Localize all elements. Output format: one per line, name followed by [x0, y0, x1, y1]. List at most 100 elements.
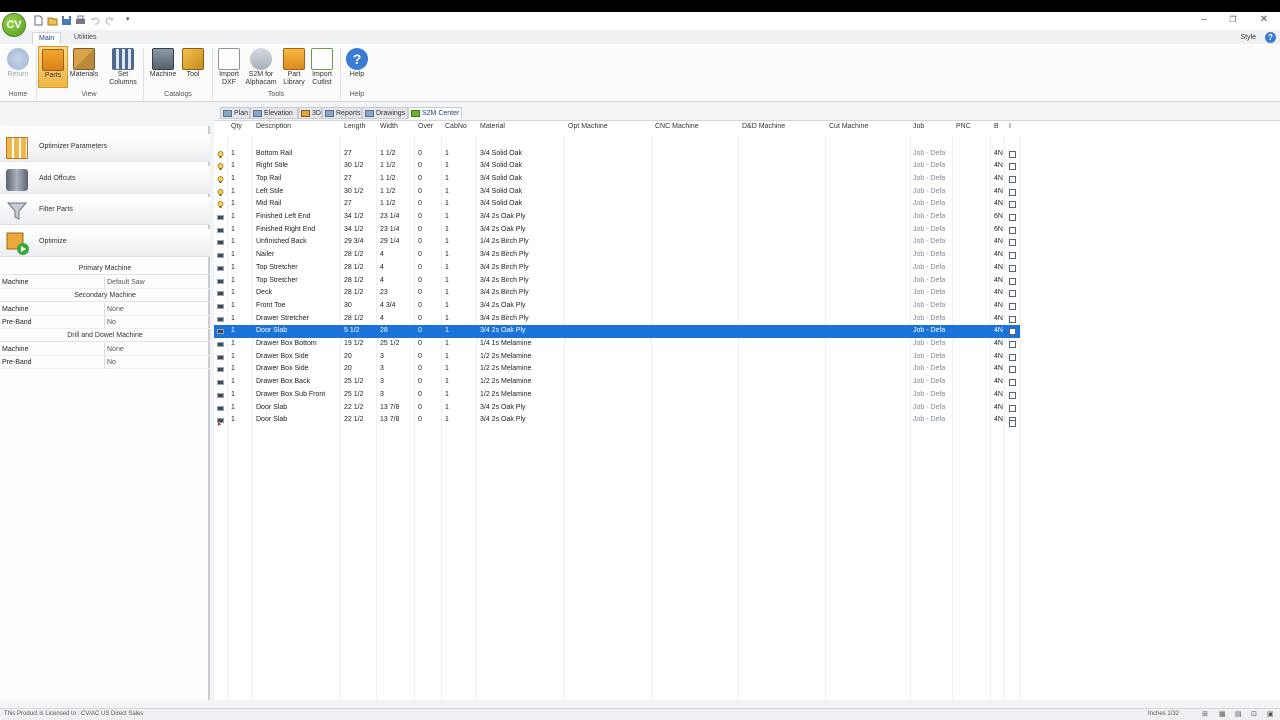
cell-b[interactable]: 4N [994, 275, 1003, 288]
set-columns-button[interactable]: Set Columns [107, 46, 139, 88]
cell-over[interactable]: 0 [418, 249, 422, 262]
cell-over[interactable]: 0 [418, 313, 422, 326]
cell-desc[interactable]: Door Slab [256, 402, 287, 415]
cell-desc[interactable]: Left Stile [256, 186, 283, 199]
s2m-alphacam-button[interactable]: S2M for Alphacam [244, 46, 278, 88]
cell-desc[interactable]: Unfinished Back [256, 236, 307, 249]
filter-parts-button[interactable]: Filter Parts [0, 197, 210, 225]
cell-cab[interactable]: 1 [445, 376, 449, 389]
cell-desc[interactable]: Finished Right End [256, 224, 315, 237]
table-row[interactable]: 1 Door Slab 22 1/2 13 7/8 0 1 3/4 2s Oak Ply Jo… [214, 414, 1020, 427]
cell-cab[interactable]: 1 [445, 275, 449, 288]
cell-desc[interactable]: Drawer Box Side [256, 363, 309, 376]
table-row[interactable]: 1 Unfinished Back 29 3/4 29 1/4 0 1 1/4 2s Bir… [214, 236, 1020, 249]
help-circle-icon[interactable]: ? [1265, 32, 1276, 43]
row-checkbox[interactable] [1009, 214, 1016, 221]
table-row[interactable]: 1 Drawer Box Sub Front 25 1/2 3 0 1 1/2 2s Mel… [214, 389, 1020, 402]
cell-b[interactable]: 4N [994, 249, 1003, 262]
cell-cab[interactable]: 1 [445, 389, 449, 402]
cell-desc[interactable]: Deck [256, 287, 272, 300]
snap-icon[interactable]: ⊞ [1202, 709, 1208, 720]
cell-qty[interactable]: 1 [231, 389, 235, 402]
cell-cab[interactable]: 1 [445, 236, 449, 249]
cell-b[interactable]: 4N [994, 160, 1003, 173]
cell-b[interactable]: 4N [994, 262, 1003, 275]
cell-length[interactable]: 22 1/2 [344, 414, 363, 427]
machine-button[interactable]: Machine [147, 46, 179, 88]
tab-elevation[interactable]: Elevation [250, 107, 298, 119]
cell-cab[interactable]: 1 [445, 198, 449, 211]
cell-b[interactable]: 4N [994, 186, 1003, 199]
cell-over[interactable]: 0 [418, 287, 422, 300]
layout-icon[interactable]: ▤ [1235, 709, 1242, 720]
cell-qty[interactable]: 1 [231, 236, 235, 249]
table-row[interactable]: 1 Finished Left End 34 1/2 23 1/4 0 1 3/4 2s O… [214, 211, 1020, 224]
app-logo[interactable]: CV [3, 14, 25, 36]
cell-cab[interactable]: 1 [445, 186, 449, 199]
column-header[interactable]: PNC [956, 123, 971, 130]
cell-cab[interactable]: 1 [445, 224, 449, 237]
cell-qty[interactable]: 1 [231, 198, 235, 211]
close-icon[interactable]: ✕ [1257, 14, 1271, 26]
cell-qty[interactable]: 1 [231, 186, 235, 199]
cell-length[interactable]: 20 [344, 351, 352, 364]
cell-desc[interactable]: Bottom Rail [256, 148, 292, 161]
cell-qty[interactable]: 1 [231, 287, 235, 300]
cell-width[interactable]: 23 1/4 [380, 211, 399, 224]
column-header[interactable]: B [994, 123, 999, 130]
materials-button[interactable]: Materials [69, 46, 99, 88]
table-row[interactable]: 1 Drawer Box Bottom 19 1/2 25 1/2 0 1 1/4 1s M… [214, 338, 1020, 351]
cell-b[interactable]: 4N [994, 402, 1003, 415]
cell-over[interactable]: 0 [418, 160, 422, 173]
cell-qty[interactable]: 1 [231, 402, 235, 415]
cell-qty[interactable]: 1 [231, 211, 235, 224]
cell-over[interactable]: 0 [418, 224, 422, 237]
cell-over[interactable]: 0 [418, 198, 422, 211]
cell-cab[interactable]: 1 [445, 211, 449, 224]
table-row[interactable]: 1 Deck 28 1/2 23 0 1 3/4 2s Birch Ply Job - Def… [214, 287, 1020, 300]
tab-utilities[interactable]: Utilities [68, 32, 103, 44]
cell-job[interactable]: Job - Defa [913, 224, 945, 237]
cell-cab[interactable]: 1 [445, 414, 449, 427]
cell-material[interactable]: 1/2 2s Melamine [480, 389, 531, 402]
settings-icon[interactable]: ▣ [1267, 709, 1274, 720]
new-file-icon[interactable] [33, 15, 44, 26]
row-checkbox[interactable] [1009, 163, 1016, 171]
row-checkbox[interactable] [1009, 391, 1016, 399]
row-checkbox[interactable] [1009, 366, 1016, 374]
cell-job[interactable]: Job - Defa [913, 376, 945, 389]
table-row[interactable]: 1 Mid Rail 27 1 1/2 0 1 3/4 Solid Oak Job - Def… [214, 198, 1020, 211]
cell-job[interactable]: Job - Defa [913, 249, 945, 262]
cell-width[interactable]: 3 [380, 351, 384, 364]
row-checkbox[interactable] [1009, 252, 1016, 260]
cell-qty[interactable]: 1 [231, 173, 235, 186]
tab-s2m-center[interactable]: S2M Center [408, 107, 462, 119]
cell-cab[interactable]: 1 [445, 402, 449, 415]
cell-width[interactable]: 3 [380, 363, 384, 376]
cell-qty[interactable]: 1 [231, 300, 235, 313]
table-row[interactable]: 1 Bottom Rail 27 1 1/2 0 1 3/4 Solid Oak Job - … [214, 148, 1020, 161]
cell-job[interactable]: Job - Defa [913, 351, 945, 364]
cell-length[interactable]: 34 1/2 [344, 224, 363, 237]
table-row[interactable]: 1 Top Rail 27 1 1/2 0 1 3/4 Solid Oak Job - Def… [214, 173, 1020, 186]
cell-material[interactable]: 3/4 2s Birch Ply [480, 287, 529, 300]
part-library-button[interactable]: Part Library [279, 46, 309, 88]
cell-material[interactable]: 3/4 2s Birch Ply [480, 262, 529, 275]
cell-cab[interactable]: 1 [445, 148, 449, 161]
cell-width[interactable]: 1 1/2 [380, 198, 396, 211]
cell-qty[interactable]: 1 [231, 160, 235, 173]
cell-job[interactable]: Job - Defa [913, 148, 945, 161]
cell-job[interactable]: Job - Defa [913, 275, 945, 288]
drill-machine-row[interactable]: Machine None [0, 343, 210, 356]
cell-material[interactable]: 3/4 2s Oak Ply [480, 211, 526, 224]
cell-length[interactable]: 19 1/2 [344, 338, 363, 351]
row-checkbox[interactable] [1009, 290, 1016, 298]
cell-cab[interactable]: 1 [445, 287, 449, 300]
cell-desc[interactable]: Drawer Stretcher [256, 313, 309, 326]
cell-over[interactable]: 0 [418, 414, 422, 427]
table-row[interactable]: 1 Top Stretcher 28 1/2 4 0 1 3/4 2s Birch Ply J… [214, 262, 1020, 275]
cell-width[interactable]: 13 7/8 [380, 414, 399, 427]
cell-width[interactable]: 23 [380, 287, 388, 300]
row-checkbox[interactable] [1009, 315, 1016, 323]
cell-length[interactable]: 22 1/2 [344, 402, 363, 415]
